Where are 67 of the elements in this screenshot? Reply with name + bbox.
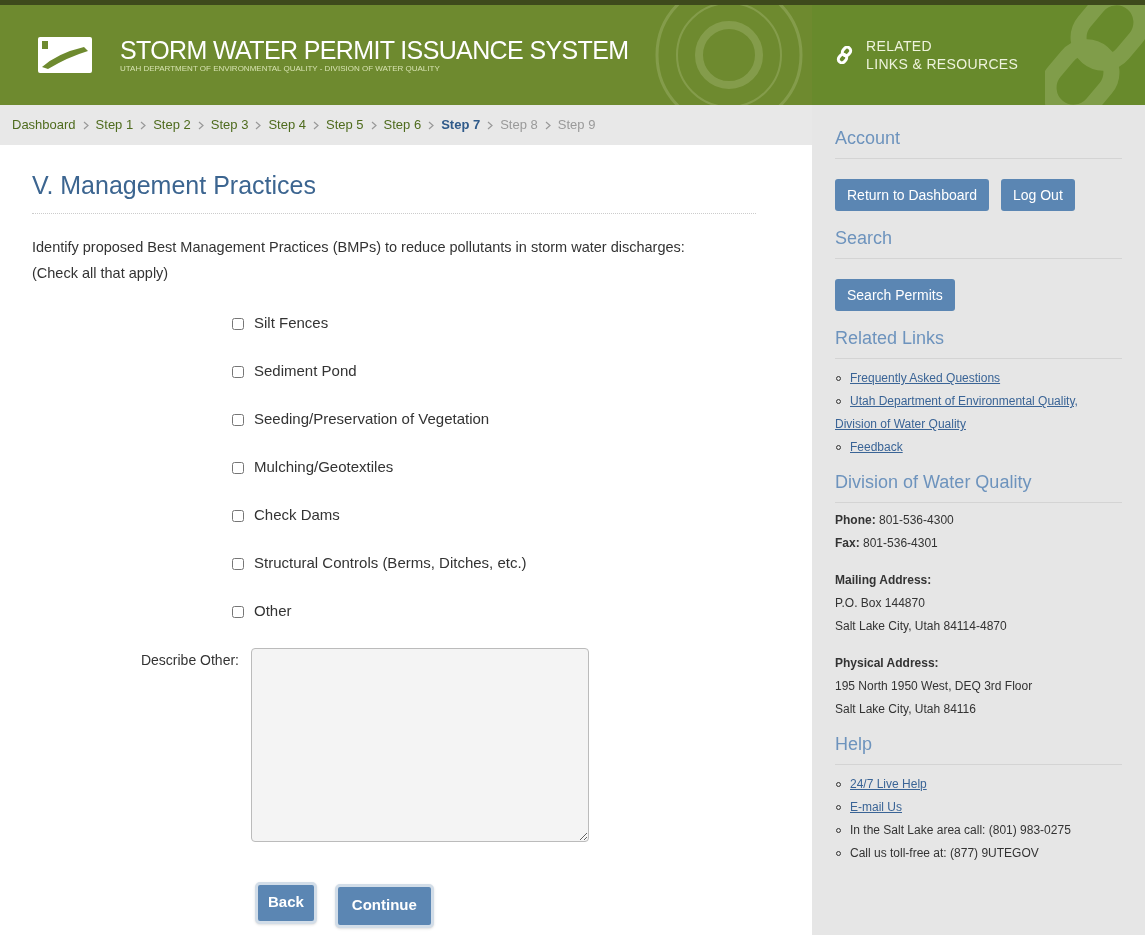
checkbox[interactable]: [232, 461, 244, 474]
address-label: Physical Address:: [835, 655, 940, 672]
chevron-icon: [197, 120, 204, 130]
help-text: Call us toll-free at: (877) 9UTEGOV: [850, 845, 1039, 862]
instruction-text: Identify proposed Best Management Practices (BMPs) to reduce pollutants in storm water discharges:: [32, 237, 686, 257]
link-icon: [836, 46, 854, 64]
chevron-icon: [140, 120, 147, 130]
app-title: STORM WATER PERMIT ISSUANCE SYSTEM: [120, 36, 629, 64]
contact-text: Salt Lake City, Utah 84114-4870: [835, 618, 1007, 635]
chevron-icon: [255, 120, 262, 130]
contact-text: Phone: 801-536-4300: [835, 512, 954, 529]
breadcrumb-link[interactable]: Step 3: [210, 115, 249, 135]
sidebar-title: LINKS & RESOURCES: [866, 55, 1019, 73]
checkbox[interactable]: [232, 509, 244, 522]
option-label: Structural Controls (Berms, Ditches, etc.): [254, 553, 527, 574]
sidebar-heading: Help: [835, 731, 1122, 765]
field-label: Describe Other:: [139, 650, 240, 670]
contact-text: Salt Lake City, Utah 84116: [835, 701, 976, 718]
sidebar-link[interactable]: Utah Department of Environmental Quality, Division of Water Quality: [835, 390, 1122, 436]
sidebar-button[interactable]: Log Out: [1000, 179, 1075, 211]
checkbox[interactable]: [232, 413, 244, 426]
sidebar-button[interactable]: Return to Dashboard: [835, 179, 989, 211]
address-label: Mailing Address:: [835, 572, 933, 589]
breadcrumb-link[interactable]: Step 5: [326, 115, 364, 135]
chevron-icon: [370, 120, 377, 130]
sidebar-link[interactable]: 24/7 Live Help: [835, 773, 927, 796]
sidebar-heading: Division of Water Quality: [835, 469, 1122, 503]
checkbox[interactable]: [232, 365, 244, 378]
option-label: Seeding/Preservation of Vegetation: [254, 409, 490, 430]
chevron-icon: [487, 120, 494, 130]
chevron-icon: [313, 120, 319, 130]
contact-text: Fax: 801-536-4301: [835, 535, 938, 552]
sidebar-button[interactable]: Search Permits: [835, 279, 955, 311]
option-label: Mulching/Geotextiles: [254, 457, 394, 478]
chevron-icon: [428, 120, 435, 130]
checkbox[interactable]: [232, 557, 244, 570]
breadcrumb-link[interactable]: Step 1: [95, 115, 134, 135]
section-heading: V. Management Practices: [32, 167, 756, 214]
sidebar-link[interactable]: Feedback: [835, 436, 903, 459]
app-subtitle: UTAH DEPARTMENT OF ENVIRONMENTAL QUALITY - DIVISION OF WATER QUALITY: [120, 64, 441, 74]
hint-text: (Check all that apply): [32, 263, 169, 283]
breadcrumb-link[interactable]: Dashboard: [12, 115, 76, 135]
contact-text: P.O. Box 144870: [835, 595, 925, 612]
continue-button[interactable]: Continue: [334, 883, 434, 928]
sidebar-heading: Search: [835, 225, 1122, 259]
checkbox[interactable]: [232, 317, 244, 330]
chevron-icon: [82, 120, 89, 130]
sidebar-heading: Account: [835, 125, 1122, 159]
checkbox[interactable]: [232, 605, 244, 618]
option-label: Other: [254, 601, 292, 622]
contact-text: 195 North 1950 West, DEQ 3rd Floor: [835, 678, 1033, 695]
describe-other-field[interactable]: [251, 647, 589, 842]
option-label: Silt Fences: [254, 313, 329, 334]
breadcrumb-link[interactable]: Step 2: [153, 115, 191, 135]
sidebar-heading: Related Links: [835, 325, 1122, 359]
back-button[interactable]: Back: [255, 881, 317, 924]
sidebar-link[interactable]: Frequently Asked Questions: [835, 367, 1001, 390]
sidebar-link[interactable]: E-mail Us: [835, 796, 902, 819]
logo-icon: [38, 37, 92, 73]
breadcrumb-link[interactable]: Step 4: [268, 115, 306, 135]
breadcrumb-link[interactable]: Step 7: [441, 115, 481, 135]
option-label: Sediment Pond: [254, 361, 357, 382]
help-text: In the Salt Lake area call: (801) 983-0275: [850, 822, 1071, 839]
chevron-icon: [544, 120, 551, 130]
option-label: Check Dams: [254, 505, 340, 526]
sidebar-title: RELATED: [866, 37, 933, 55]
breadcrumb-link[interactable]: Step 6: [383, 115, 422, 135]
